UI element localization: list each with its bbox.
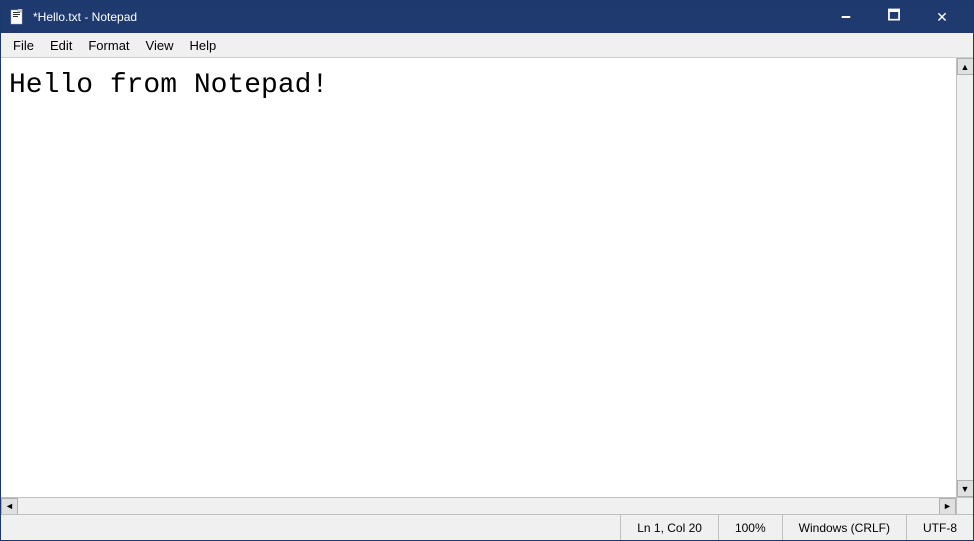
menu-bar: File Edit Format View Help <box>1 33 973 58</box>
menu-view[interactable]: View <box>138 33 182 57</box>
scroll-down-button[interactable]: ▼ <box>957 480 974 497</box>
vertical-scrollbar: ▲ ▼ <box>956 58 973 497</box>
notepad-icon <box>9 9 25 25</box>
title-bar-left: *Hello.txt - Notepad <box>9 9 137 25</box>
menu-format[interactable]: Format <box>80 33 137 57</box>
title-bar: *Hello.txt - Notepad 🗕 🗖 ✕ <box>1 1 973 33</box>
menu-edit[interactable]: Edit <box>42 33 80 57</box>
maximize-button[interactable]: 🗖 <box>871 1 917 33</box>
menu-file[interactable]: File <box>5 33 42 57</box>
scrollbar-corner <box>956 498 973 515</box>
horizontal-scrollbar: ◄ ► <box>1 497 973 514</box>
title-bar-controls: 🗕 🗖 ✕ <box>823 1 965 33</box>
scroll-right-button[interactable]: ► <box>939 498 956 515</box>
window-title: *Hello.txt - Notepad <box>33 10 137 24</box>
text-editor[interactable] <box>1 58 956 497</box>
zoom-level: 100% <box>718 515 782 540</box>
scroll-up-button[interactable]: ▲ <box>957 58 974 75</box>
minimize-button[interactable]: 🗕 <box>823 1 869 33</box>
status-bar: Ln 1, Col 20 100% Windows (CRLF) UTF-8 <box>1 514 973 540</box>
editor-area: ▲ ▼ <box>1 58 973 497</box>
scroll-track-h[interactable] <box>18 498 939 514</box>
scroll-left-button[interactable]: ◄ <box>1 498 18 515</box>
notepad-window: *Hello.txt - Notepad 🗕 🗖 ✕ File Edit For… <box>0 0 974 541</box>
scroll-track-v[interactable] <box>957 75 973 480</box>
encoding: UTF-8 <box>906 515 973 540</box>
menu-help[interactable]: Help <box>181 33 224 57</box>
cursor-position: Ln 1, Col 20 <box>620 515 718 540</box>
close-button[interactable]: ✕ <box>919 1 965 33</box>
line-ending: Windows (CRLF) <box>782 515 906 540</box>
